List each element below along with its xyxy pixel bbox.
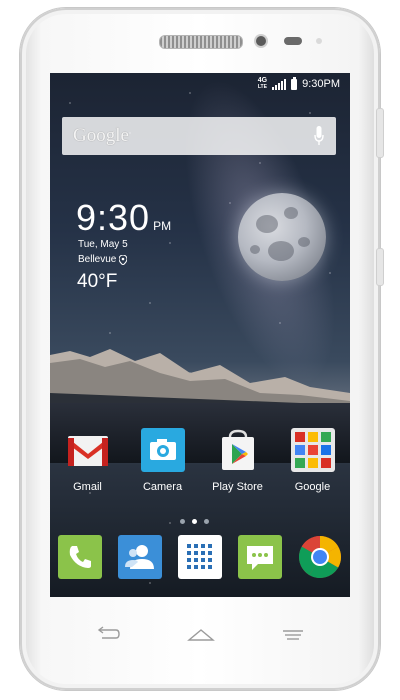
home-app-row: Gmail Camera Play Store Google bbox=[50, 428, 350, 493]
mic-icon[interactable] bbox=[314, 126, 324, 146]
menu-icon[interactable] bbox=[278, 625, 308, 643]
proximity-sensor bbox=[284, 37, 302, 45]
page-dot bbox=[180, 519, 185, 524]
back-icon[interactable] bbox=[92, 625, 122, 643]
page-dot bbox=[204, 519, 209, 524]
network-indicator: 4G LTE bbox=[258, 77, 267, 91]
clock-ampm: PM bbox=[153, 219, 172, 233]
volume-button[interactable] bbox=[376, 108, 384, 158]
camera-icon bbox=[140, 428, 185, 472]
google-logo: Google bbox=[73, 125, 129, 146]
app-label-gmail: Gmail bbox=[73, 481, 102, 493]
location-pin-icon bbox=[119, 254, 128, 265]
weather-temperature: 40°F bbox=[77, 271, 118, 292]
weather-location: Bellevue bbox=[78, 254, 128, 265]
battery-icon bbox=[291, 76, 298, 90]
app-drawer-icon[interactable] bbox=[178, 535, 222, 579]
app-play-store[interactable]: Play Store bbox=[203, 428, 273, 493]
dock bbox=[50, 533, 350, 581]
chrome-icon[interactable] bbox=[298, 535, 342, 579]
app-camera[interactable]: Camera bbox=[128, 428, 198, 493]
google-folder-icon bbox=[290, 428, 335, 472]
status-bar: 4G LTE 9:30PM bbox=[50, 73, 350, 95]
light-sensor bbox=[316, 38, 322, 44]
navigation-bar bbox=[50, 620, 350, 650]
google-search-bar[interactable]: Google bbox=[62, 117, 336, 155]
home-icon[interactable] bbox=[186, 625, 216, 643]
gmail-icon bbox=[67, 436, 108, 466]
front-camera bbox=[256, 36, 266, 46]
signal-icon bbox=[272, 78, 287, 90]
messaging-icon[interactable] bbox=[238, 535, 282, 579]
location-label: Bellevue bbox=[78, 254, 117, 265]
clock-date: Tue, May 5 bbox=[78, 239, 128, 250]
clock-widget[interactable]: 9:30 PM bbox=[76, 197, 171, 239]
app-label-google: Google bbox=[294, 481, 331, 493]
status-time: 9:30PM bbox=[302, 78, 340, 90]
moon-image bbox=[238, 193, 326, 281]
play-store-icon bbox=[221, 429, 254, 470]
app-label-camera: Camera bbox=[142, 481, 183, 493]
power-button[interactable] bbox=[376, 248, 384, 286]
network-type: 4G bbox=[257, 77, 268, 84]
page-indicator bbox=[180, 519, 209, 524]
app-label-play-store: Play Store bbox=[212, 481, 263, 493]
clock-time: 9:30 bbox=[76, 197, 151, 238]
phone-icon[interactable] bbox=[58, 535, 102, 579]
page-dot-current bbox=[192, 519, 197, 524]
home-screen: 4G LTE 9:30PM Google 9:30 PM Tue, May 5 B… bbox=[50, 73, 350, 597]
earpiece-speaker bbox=[159, 35, 243, 49]
contacts-icon[interactable] bbox=[118, 535, 162, 579]
app-google-folder[interactable]: Google bbox=[278, 428, 348, 493]
app-gmail[interactable]: Gmail bbox=[53, 428, 123, 493]
network-subtype: LTE bbox=[257, 84, 267, 90]
